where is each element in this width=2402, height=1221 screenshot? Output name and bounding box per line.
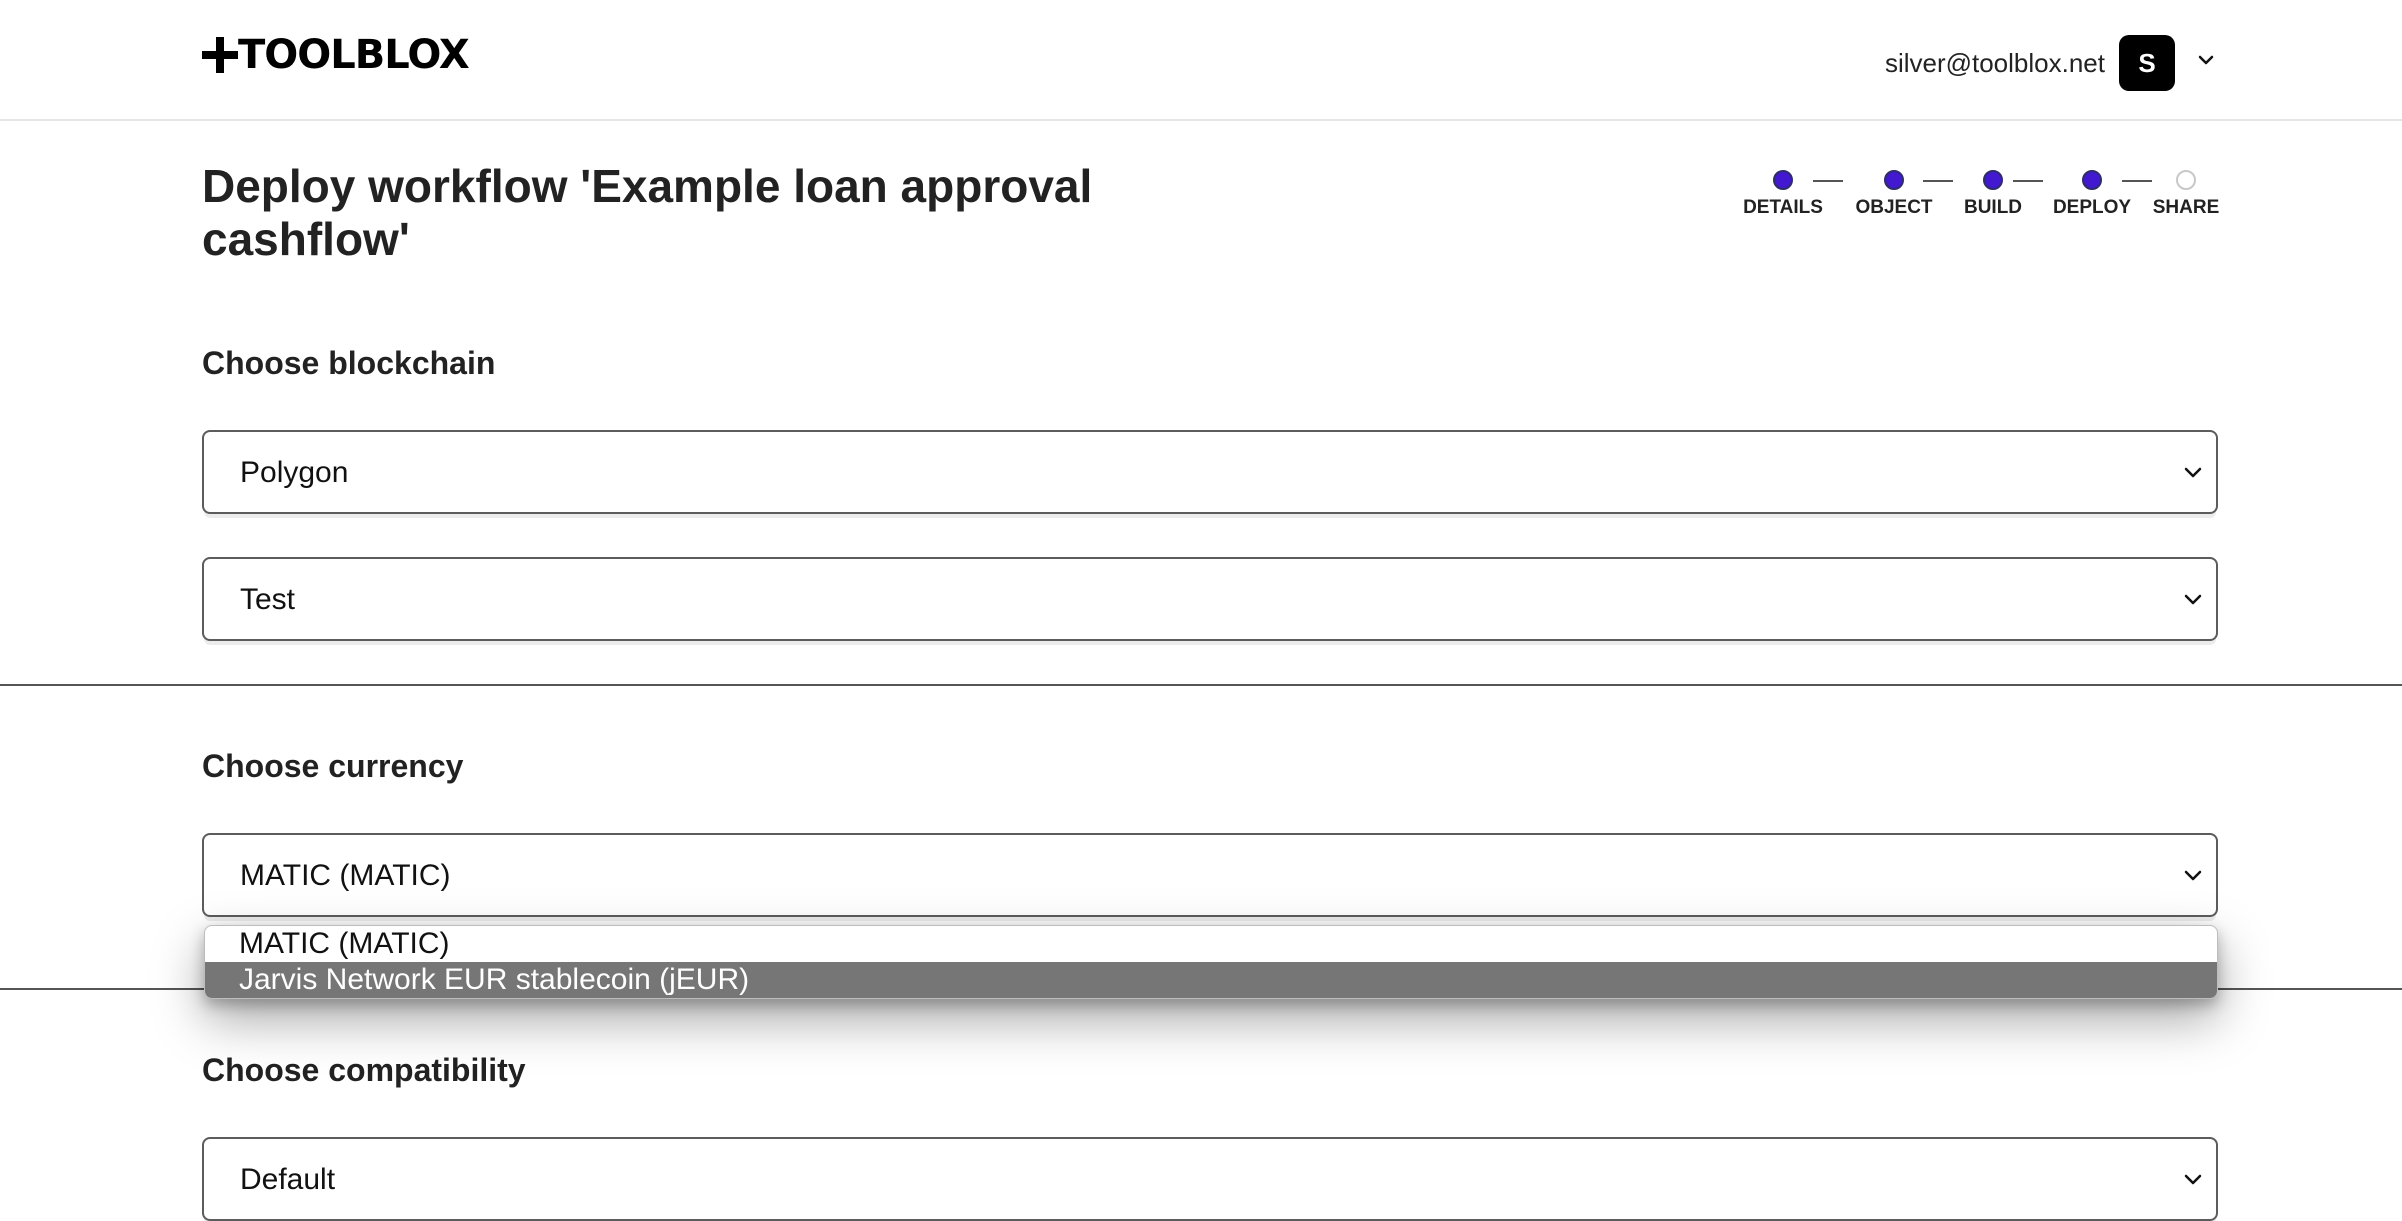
network-environment-select[interactable]: Test — [202, 557, 2218, 641]
step-connector — [1813, 180, 1843, 182]
chevron-down-icon — [2184, 467, 2202, 478]
currency-select-value: MATIC (MATIC) — [240, 859, 451, 892]
top-bar: TOOLBLOX silver@toolblox.net S — [0, 0, 2402, 121]
logo-text: TOOLBLOX — [238, 32, 470, 78]
choose-compatibility-heading: Choose compatibility — [202, 1052, 526, 1088]
page-title: Deploy workflow 'Example loan approval c… — [202, 160, 1093, 265]
compatibility-select[interactable]: Default — [202, 1137, 2218, 1221]
step-connector — [2122, 180, 2152, 182]
section-divider — [0, 684, 2402, 686]
avatar[interactable]: S — [2119, 35, 2175, 91]
step-dot-deploy — [2082, 170, 2102, 190]
chevron-down-icon — [2184, 1174, 2202, 1185]
step-dot-share — [2176, 170, 2196, 190]
step-dot-build — [1983, 170, 2003, 190]
blockchain-select-value: Polygon — [240, 456, 349, 489]
currency-option-jeur[interactable]: Jarvis Network EUR stablecoin (jEUR) — [205, 962, 2217, 998]
choose-blockchain-heading: Choose blockchain — [202, 345, 496, 381]
currency-select[interactable]: MATIC (MATIC) — [202, 833, 2218, 917]
chevron-down-icon — [2184, 594, 2202, 605]
step-connector — [2013, 180, 2043, 182]
step-label-details: DETAILS — [1743, 197, 1823, 218]
step-label-build: BUILD — [1963, 197, 2023, 218]
choose-currency-heading: Choose currency — [202, 748, 464, 784]
environment-select-value: Test — [240, 583, 296, 616]
progress-stepper: DETAILS OBJECT BUILD DEPLOY SHARE — [1730, 167, 2220, 221]
chevron-down-icon[interactable] — [2197, 51, 2215, 69]
user-email: silver@toolblox.net — [1884, 48, 2105, 78]
step-connector — [1923, 180, 1953, 182]
currency-option-matic[interactable]: MATIC (MATIC) — [205, 926, 2217, 962]
step-label-object: OBJECT — [1855, 197, 1933, 218]
step-label-share: SHARE — [2152, 197, 2220, 218]
toolblox-logo[interactable]: TOOLBLOX — [202, 32, 470, 78]
chevron-down-icon — [2184, 870, 2202, 881]
plus-icon — [202, 37, 238, 73]
blockchain-select[interactable]: Polygon — [202, 430, 2218, 514]
step-dot-object — [1884, 170, 1904, 190]
compatibility-select-value: Default — [240, 1163, 336, 1196]
step-dot-details — [1773, 170, 1793, 190]
currency-dropdown-list: MATIC (MATIC) Jarvis Network EUR stablec… — [204, 925, 2218, 999]
step-label-deploy: DEPLOY — [2052, 197, 2132, 218]
